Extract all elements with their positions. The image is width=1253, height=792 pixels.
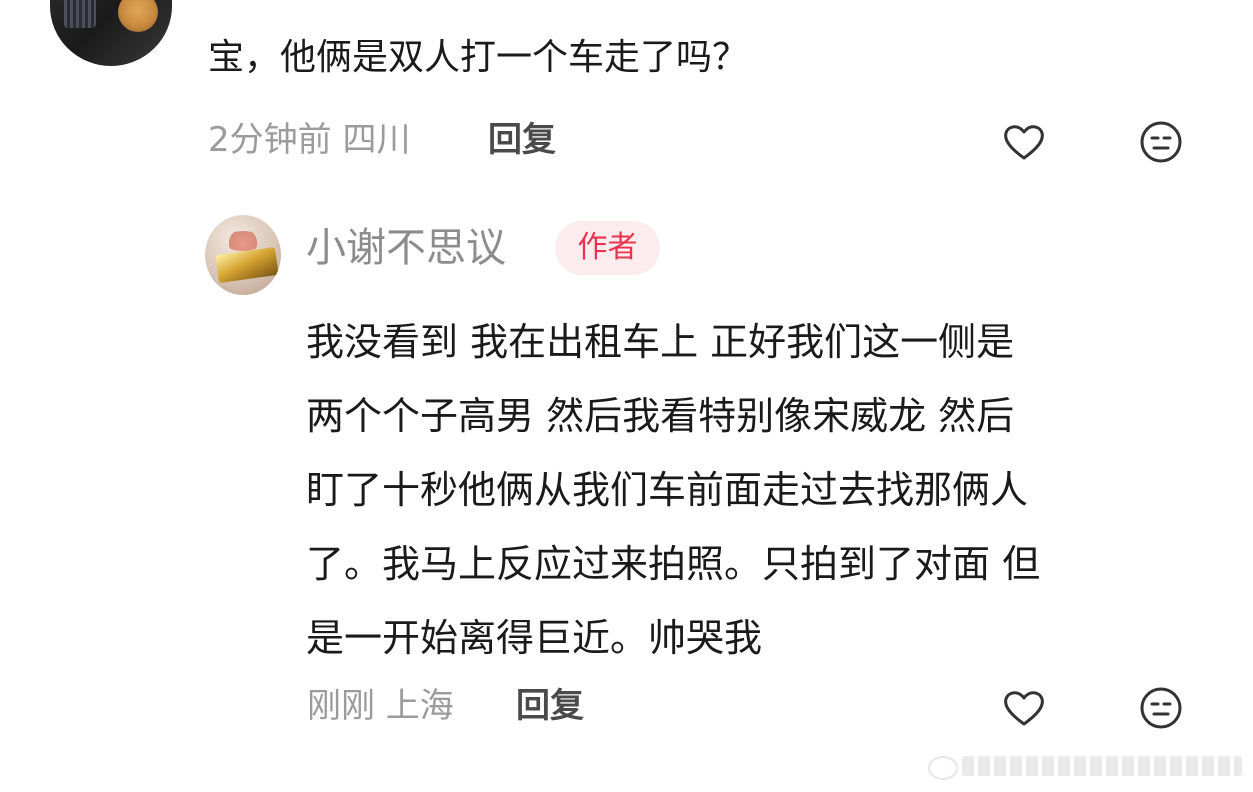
neutral-face-icon[interactable] (1137, 118, 1185, 170)
author-name[interactable]: 小谢不思议 (306, 228, 506, 268)
reply-button[interactable]: 回复 (516, 689, 584, 723)
watermark-text-graphic (962, 756, 1242, 776)
reply-text-line: 盯了十秒他俩从我们车前面走过去找那俩人 (306, 468, 1029, 512)
avatar-gold-bar-image (215, 246, 279, 284)
avatar-lip-image (223, 231, 263, 251)
reply-meta: 刚刚 上海 (307, 686, 454, 726)
comment-meta: 2分钟前 四川 (208, 120, 411, 160)
watermark-logo-icon (928, 756, 958, 780)
reply-text-line: 两个个子高男 然后我看特别像宋威龙 然后 (306, 394, 1015, 438)
heart-outline-icon[interactable] (1000, 118, 1048, 170)
reply-text-line: 是一开始离得巨近。帅哭我 (306, 616, 763, 660)
avatar-dog-image (118, 0, 158, 32)
heart-outline-icon[interactable] (1000, 684, 1048, 736)
commenter-avatar[interactable] (50, 0, 172, 66)
comment-text: 宝，他俩是双人打一个车走了吗？ (208, 37, 749, 78)
reply-button[interactable]: 回复 (488, 123, 556, 157)
neutral-face-icon[interactable] (1137, 684, 1185, 736)
reply-text-line: 我没看到 我在出租车上 正好我们这一侧是 (306, 320, 1015, 364)
watermark (928, 752, 1246, 780)
reply-text: 我没看到 我在出租车上 正好我们这一侧是 两个个子高男 然后我看特别像宋威龙 然… (306, 305, 1206, 675)
author-avatar[interactable] (205, 215, 281, 295)
author-badge: 作者 (555, 221, 660, 275)
reply-text-line: 了。我马上反应过来拍照。只拍到了对面 但 (306, 542, 1041, 586)
avatar-background (64, 0, 96, 28)
